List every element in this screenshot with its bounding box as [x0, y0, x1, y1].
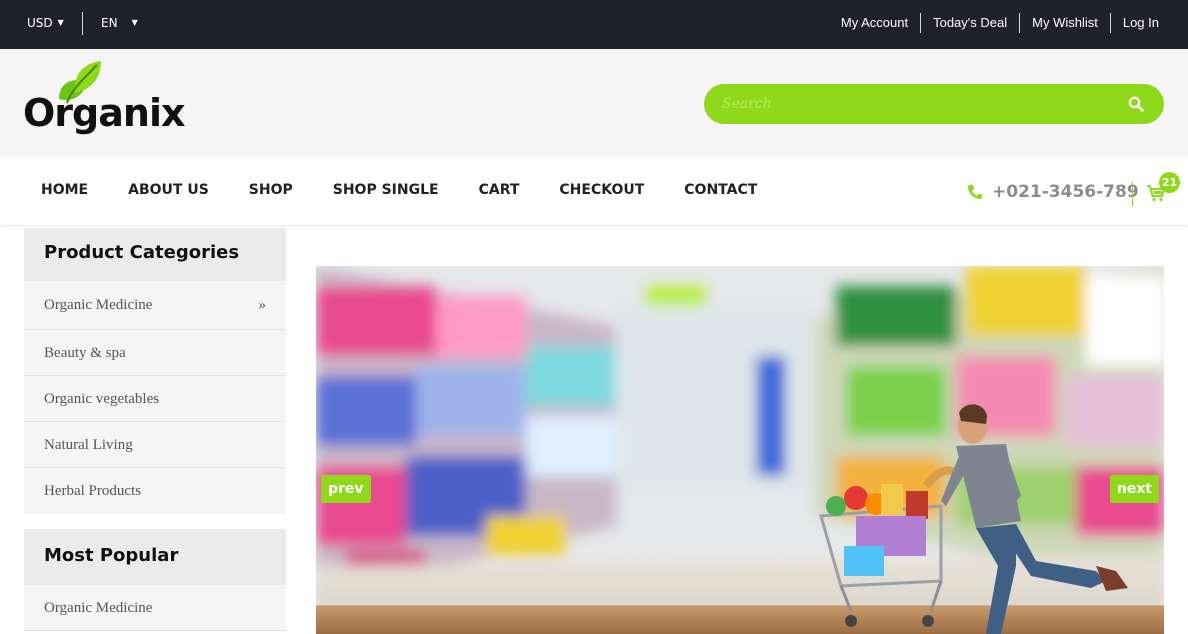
- language-label: EN: [101, 16, 118, 30]
- category-label: Natural Living: [44, 437, 133, 453]
- sidebar: Product Categories Organic Medicine » Be…: [24, 228, 286, 631]
- nav-menu: HOME ABOUT US SHOP SHOP SINGLE CART CHEC…: [21, 157, 777, 223]
- category-item[interactable]: Herbal Products: [24, 468, 286, 514]
- my-account-link[interactable]: My Account: [829, 13, 920, 33]
- account-links: My Account Today's Deal My Wishlist Log …: [829, 13, 1159, 33]
- log-in-link[interactable]: Log In: [1109, 13, 1159, 33]
- category-label: Organic vegetables: [44, 391, 160, 407]
- logo-wordmark: Organix: [23, 91, 185, 135]
- category-item[interactable]: Organic Medicine »: [24, 281, 286, 330]
- nav-checkout[interactable]: CHECKOUT: [539, 157, 664, 223]
- currency-label: USD: [27, 16, 53, 30]
- top-divider: [82, 12, 83, 35]
- category-item[interactable]: Beauty & spa: [24, 330, 286, 376]
- categories-heading: Product Categories: [24, 228, 286, 281]
- slider-prev-button[interactable]: prev: [321, 475, 371, 503]
- hero-image: [316, 266, 1164, 634]
- my-wishlist-link[interactable]: My Wishlist: [1019, 13, 1110, 33]
- popular-item[interactable]: Organic Medicine: [24, 585, 286, 631]
- search-bar: [704, 84, 1164, 124]
- search-input[interactable]: [722, 84, 1102, 124]
- popular-list: Organic Medicine: [24, 585, 286, 631]
- phone-icon: [968, 185, 982, 199]
- category-label: Organic Medicine: [44, 297, 153, 313]
- currency-selector[interactable]: USD ▼: [27, 16, 64, 30]
- caret-down-icon: ▼: [57, 18, 64, 27]
- logo[interactable]: Organix: [23, 59, 193, 149]
- nav-shop-single[interactable]: SHOP SINGLE: [313, 157, 459, 223]
- nav-about-us[interactable]: ABOUT US: [108, 157, 229, 223]
- slider-next-button[interactable]: next: [1109, 475, 1159, 503]
- phone-number: +021-3456-789: [992, 182, 1139, 202]
- top-bar: USD ▼ EN ▼ My Account Today's Deal My Wish…: [0, 0, 1188, 49]
- phone-contact: +021-3456-789: [967, 182, 1139, 202]
- category-item[interactable]: Organic vegetables: [24, 376, 286, 422]
- nav-cart[interactable]: CART: [459, 157, 540, 223]
- language-selector[interactable]: EN ▼: [101, 16, 138, 30]
- category-item[interactable]: Natural Living: [24, 422, 286, 468]
- nav-divider: [1132, 182, 1133, 206]
- nav-contact[interactable]: CONTACT: [664, 157, 777, 223]
- hero-slider: prev next: [316, 266, 1164, 634]
- nav-home[interactable]: HOME: [21, 157, 108, 223]
- nav-shop[interactable]: SHOP: [229, 157, 313, 223]
- category-label: Beauty & spa: [44, 345, 126, 361]
- category-label: Herbal Products: [44, 483, 142, 499]
- caret-down-icon: ▼: [131, 18, 138, 27]
- expand-arrow-icon: »: [258, 297, 267, 313]
- cart-count-badge: 21: [1159, 172, 1180, 193]
- site-header: Organix: [0, 49, 1188, 157]
- popular-label: Organic Medicine: [44, 600, 153, 616]
- categories-list: Organic Medicine » Beauty & spa Organic …: [24, 281, 286, 514]
- main-navigation: HOME ABOUT US SHOP SHOP SINGLE CART CHEC…: [0, 157, 1188, 226]
- search-icon[interactable]: [1128, 96, 1144, 112]
- todays-deal-link[interactable]: Today's Deal: [920, 13, 1019, 33]
- most-popular-heading: Most Popular: [24, 529, 286, 585]
